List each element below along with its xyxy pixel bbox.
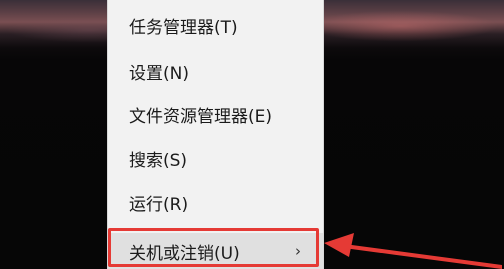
annotation-highlight-box [108, 228, 319, 267]
menu-item-label: 文件资源管理器(E) [129, 106, 273, 127]
menu-item-run[interactable]: 运行(R) [108, 182, 323, 222]
menu-item-label: 设置(N) [129, 63, 189, 84]
menu-item-task-manager[interactable]: 任务管理器(T) [108, 5, 323, 45]
menu-item-label: 运行(R) [129, 194, 189, 215]
menu-item-settings[interactable]: 设置(N) [108, 51, 323, 91]
menu-item-label: 搜索(S) [129, 150, 188, 171]
menu-item-search[interactable]: 搜索(S) [108, 138, 323, 178]
menu-item-file-explorer[interactable]: 文件资源管理器(E) [108, 94, 323, 134]
menu-item-label: 任务管理器(T) [129, 17, 238, 38]
annotation-arrow-icon [324, 233, 502, 269]
